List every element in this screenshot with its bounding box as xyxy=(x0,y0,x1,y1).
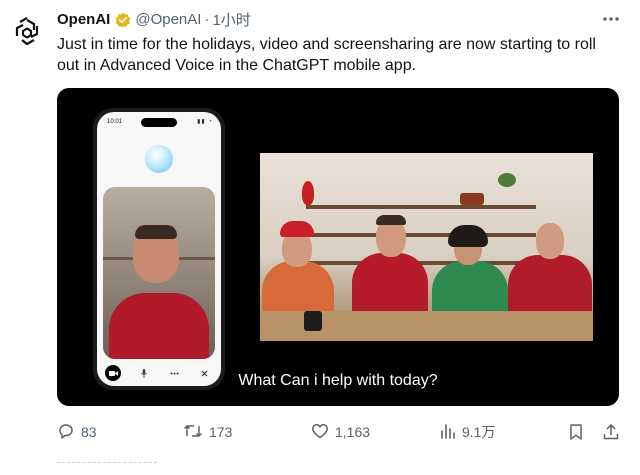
like-button[interactable]: 1,163 xyxy=(311,421,370,443)
media-video[interactable]: 10:01 ▮▮ ◔ What Can i help with today? xyxy=(57,88,619,406)
repost-icon xyxy=(183,422,209,443)
reply-button[interactable]: 83 xyxy=(57,421,97,443)
tweet-text: Just in time for the holidays, video and… xyxy=(57,36,596,74)
author-handle[interactable]: @OpenAI xyxy=(135,11,201,28)
like-icon xyxy=(311,422,335,443)
share-icon[interactable] xyxy=(602,421,626,443)
repost-count: 173 xyxy=(209,424,233,440)
views-icon xyxy=(440,422,462,443)
camera-feed xyxy=(103,187,215,359)
action-bar: 83 173 1,163 9.1万 xyxy=(57,421,620,443)
separator: · xyxy=(204,11,210,28)
more-icon[interactable] xyxy=(600,10,622,28)
phone-screen: 10:01 ▮▮ ◔ xyxy=(97,112,221,386)
phone-status-time: 10:01 xyxy=(107,119,123,125)
phone-status-icons: ▮▮ ◔ xyxy=(197,119,213,125)
author-name[interactable]: OpenAI xyxy=(57,11,110,28)
reply-count: 83 xyxy=(81,424,97,440)
openai-logo-icon[interactable] xyxy=(10,14,44,48)
reply-icon xyxy=(57,422,81,443)
dynamic-island xyxy=(141,118,177,127)
views-count: 9.1万 xyxy=(462,424,496,440)
verified-badge-icon xyxy=(115,12,131,28)
divider xyxy=(57,462,157,465)
bookmark-icon[interactable] xyxy=(568,421,590,443)
like-count: 1,163 xyxy=(335,424,371,440)
video-caption: What Can i help with today? xyxy=(238,372,438,389)
post-time[interactable]: 1小时 xyxy=(212,9,250,30)
tweet-header: OpenAI @OpenAI · 1小时 xyxy=(57,9,251,30)
views-button[interactable]: 9.1万 xyxy=(440,421,495,443)
phone-mockup: 10:01 ▮▮ ◔ xyxy=(93,108,225,390)
repost-button[interactable]: 173 xyxy=(183,421,232,443)
video-frame-people xyxy=(260,153,593,341)
voice-orb-icon xyxy=(145,145,173,173)
